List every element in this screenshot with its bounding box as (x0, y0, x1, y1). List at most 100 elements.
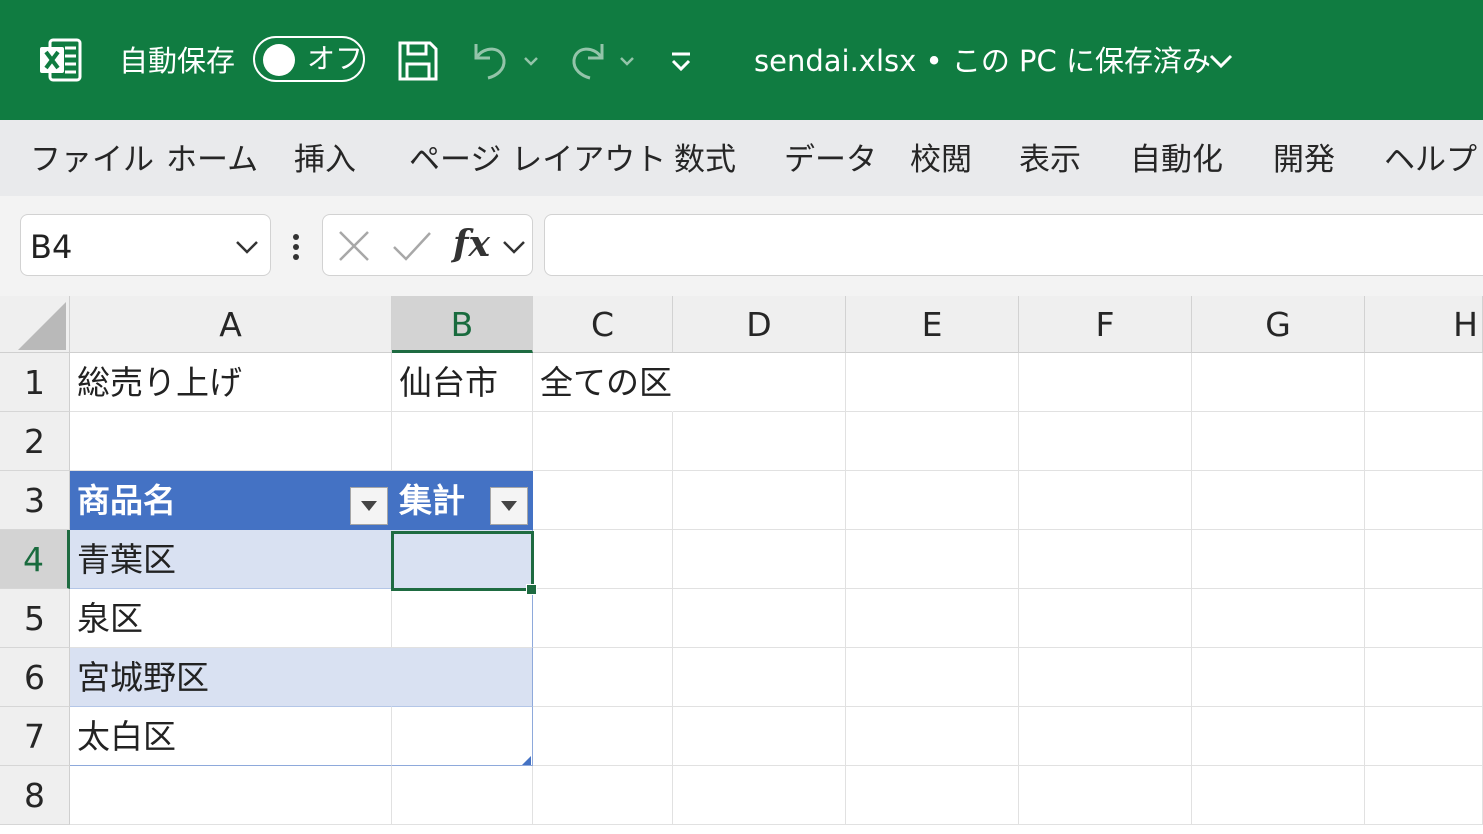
cell-f5[interactable] (1019, 589, 1192, 648)
save-icon[interactable] (396, 40, 440, 82)
tab-developer[interactable]: 開発 (1273, 140, 1335, 180)
tab-home[interactable]: ホーム (166, 140, 258, 180)
cell-f2[interactable] (1019, 412, 1192, 471)
name-box[interactable]: B4 (20, 214, 271, 276)
row-header-4[interactable]: 4 (0, 530, 70, 589)
tab-automate[interactable]: 自動化 (1130, 140, 1223, 180)
table-resize-handle[interactable] (522, 756, 531, 765)
cell-e7[interactable] (846, 707, 1019, 766)
cell-f4[interactable] (1019, 530, 1192, 589)
column-header-b[interactable]: B (392, 296, 533, 353)
tab-insert[interactable]: 挿入 (294, 140, 356, 180)
cell-e5[interactable] (846, 589, 1019, 648)
cell-a5[interactable]: 泉区 (70, 589, 392, 648)
cell-h7[interactable] (1365, 707, 1483, 766)
cell-d8[interactable] (673, 766, 846, 825)
cell-g8[interactable] (1192, 766, 1365, 825)
row-header-6[interactable]: 6 (0, 648, 70, 707)
cell-b1[interactable]: 仙台市 (392, 353, 533, 412)
cell-g2[interactable] (1192, 412, 1365, 471)
cell-b8[interactable] (392, 766, 533, 825)
cell-b5[interactable] (392, 589, 533, 648)
column-header-g[interactable]: G (1192, 296, 1365, 353)
cell-h8[interactable] (1365, 766, 1483, 825)
cell-e3[interactable] (846, 471, 1019, 530)
cell-a2[interactable] (70, 412, 392, 471)
cell-d6[interactable] (673, 648, 846, 707)
cell-c1[interactable]: 全ての区 (533, 353, 673, 412)
redo-icon[interactable] (566, 40, 608, 82)
tab-data[interactable]: データ (784, 140, 877, 180)
cell-g1[interactable] (1192, 353, 1365, 412)
cell-f1[interactable] (1019, 353, 1192, 412)
cell-f7[interactable] (1019, 707, 1192, 766)
enter-check-icon[interactable] (391, 229, 433, 263)
cell-d3[interactable] (673, 471, 846, 530)
select-all-button[interactable] (0, 296, 70, 353)
cell-b6[interactable] (392, 648, 533, 707)
autosave-toggle[interactable]: オフ (253, 36, 365, 82)
cell-a6[interactable]: 宮城野区 (70, 648, 392, 707)
cell-h1[interactable] (1365, 353, 1483, 412)
column-header-f[interactable]: F (1019, 296, 1192, 353)
cell-d5[interactable] (673, 589, 846, 648)
row-header-7[interactable]: 7 (0, 707, 70, 766)
cell-g7[interactable] (1192, 707, 1365, 766)
cell-h5[interactable] (1365, 589, 1483, 648)
customize-qat-icon[interactable] (668, 48, 694, 76)
document-title[interactable]: sendai.xlsx • この PC に保存済み (754, 40, 1211, 82)
cell-c4[interactable] (533, 530, 673, 589)
cell-d7[interactable] (673, 707, 846, 766)
cell-c6[interactable] (533, 648, 673, 707)
more-options-icon[interactable] (288, 232, 304, 262)
table-header-product-name[interactable]: 商品名 (70, 471, 392, 530)
cell-h4[interactable] (1365, 530, 1483, 589)
cell-e8[interactable] (846, 766, 1019, 825)
column-header-c[interactable]: C (533, 296, 673, 353)
row-header-2[interactable]: 2 (0, 412, 70, 471)
row-header-3[interactable]: 3 (0, 471, 70, 530)
tab-review[interactable]: 校閲 (910, 140, 972, 180)
undo-icon[interactable] (470, 40, 512, 82)
cell-c8[interactable] (533, 766, 673, 825)
cell-f6[interactable] (1019, 648, 1192, 707)
tab-help[interactable]: ヘルプ (1384, 140, 1477, 180)
tab-formulas[interactable]: 数式 (674, 140, 736, 180)
insert-function-button[interactable]: fx (453, 219, 490, 269)
cell-h3[interactable] (1365, 471, 1483, 530)
cell-a4[interactable]: 青葉区 (70, 530, 392, 589)
cell-e4[interactable] (846, 530, 1019, 589)
cell-d4[interactable] (673, 530, 846, 589)
cell-f8[interactable] (1019, 766, 1192, 825)
tab-file[interactable]: ファイル (30, 140, 154, 180)
redo-dropdown-icon[interactable] (616, 50, 638, 72)
column-header-a[interactable]: A (70, 296, 392, 353)
cell-e6[interactable] (846, 648, 1019, 707)
cell-c7[interactable] (533, 707, 673, 766)
tab-view[interactable]: 表示 (1019, 140, 1081, 180)
cell-d2[interactable] (673, 412, 846, 471)
cell-c5[interactable] (533, 589, 673, 648)
column-header-d[interactable]: D (673, 296, 846, 353)
cell-b7[interactable] (392, 707, 533, 766)
cancel-icon[interactable] (337, 229, 371, 263)
cell-a1[interactable]: 総売り上げ (70, 353, 392, 412)
row-header-1[interactable]: 1 (0, 353, 70, 412)
chevron-down-icon[interactable] (234, 237, 260, 257)
cell-d1[interactable] (673, 353, 846, 412)
row-header-5[interactable]: 5 (0, 589, 70, 648)
row-header-8[interactable]: 8 (0, 766, 70, 825)
cell-a8[interactable] (70, 766, 392, 825)
cell-g4[interactable] (1192, 530, 1365, 589)
filter-dropdown-button[interactable] (350, 487, 388, 525)
tab-page-layout[interactable]: ページ レイアウト (409, 140, 666, 180)
cell-a7[interactable]: 太白区 (70, 707, 392, 766)
chevron-down-icon[interactable] (501, 237, 527, 257)
cell-g6[interactable] (1192, 648, 1365, 707)
cell-h6[interactable] (1365, 648, 1483, 707)
column-header-e[interactable]: E (846, 296, 1019, 353)
undo-dropdown-icon[interactable] (520, 50, 542, 72)
chevron-down-icon[interactable] (1208, 50, 1234, 72)
cell-e2[interactable] (846, 412, 1019, 471)
cell-f3[interactable] (1019, 471, 1192, 530)
